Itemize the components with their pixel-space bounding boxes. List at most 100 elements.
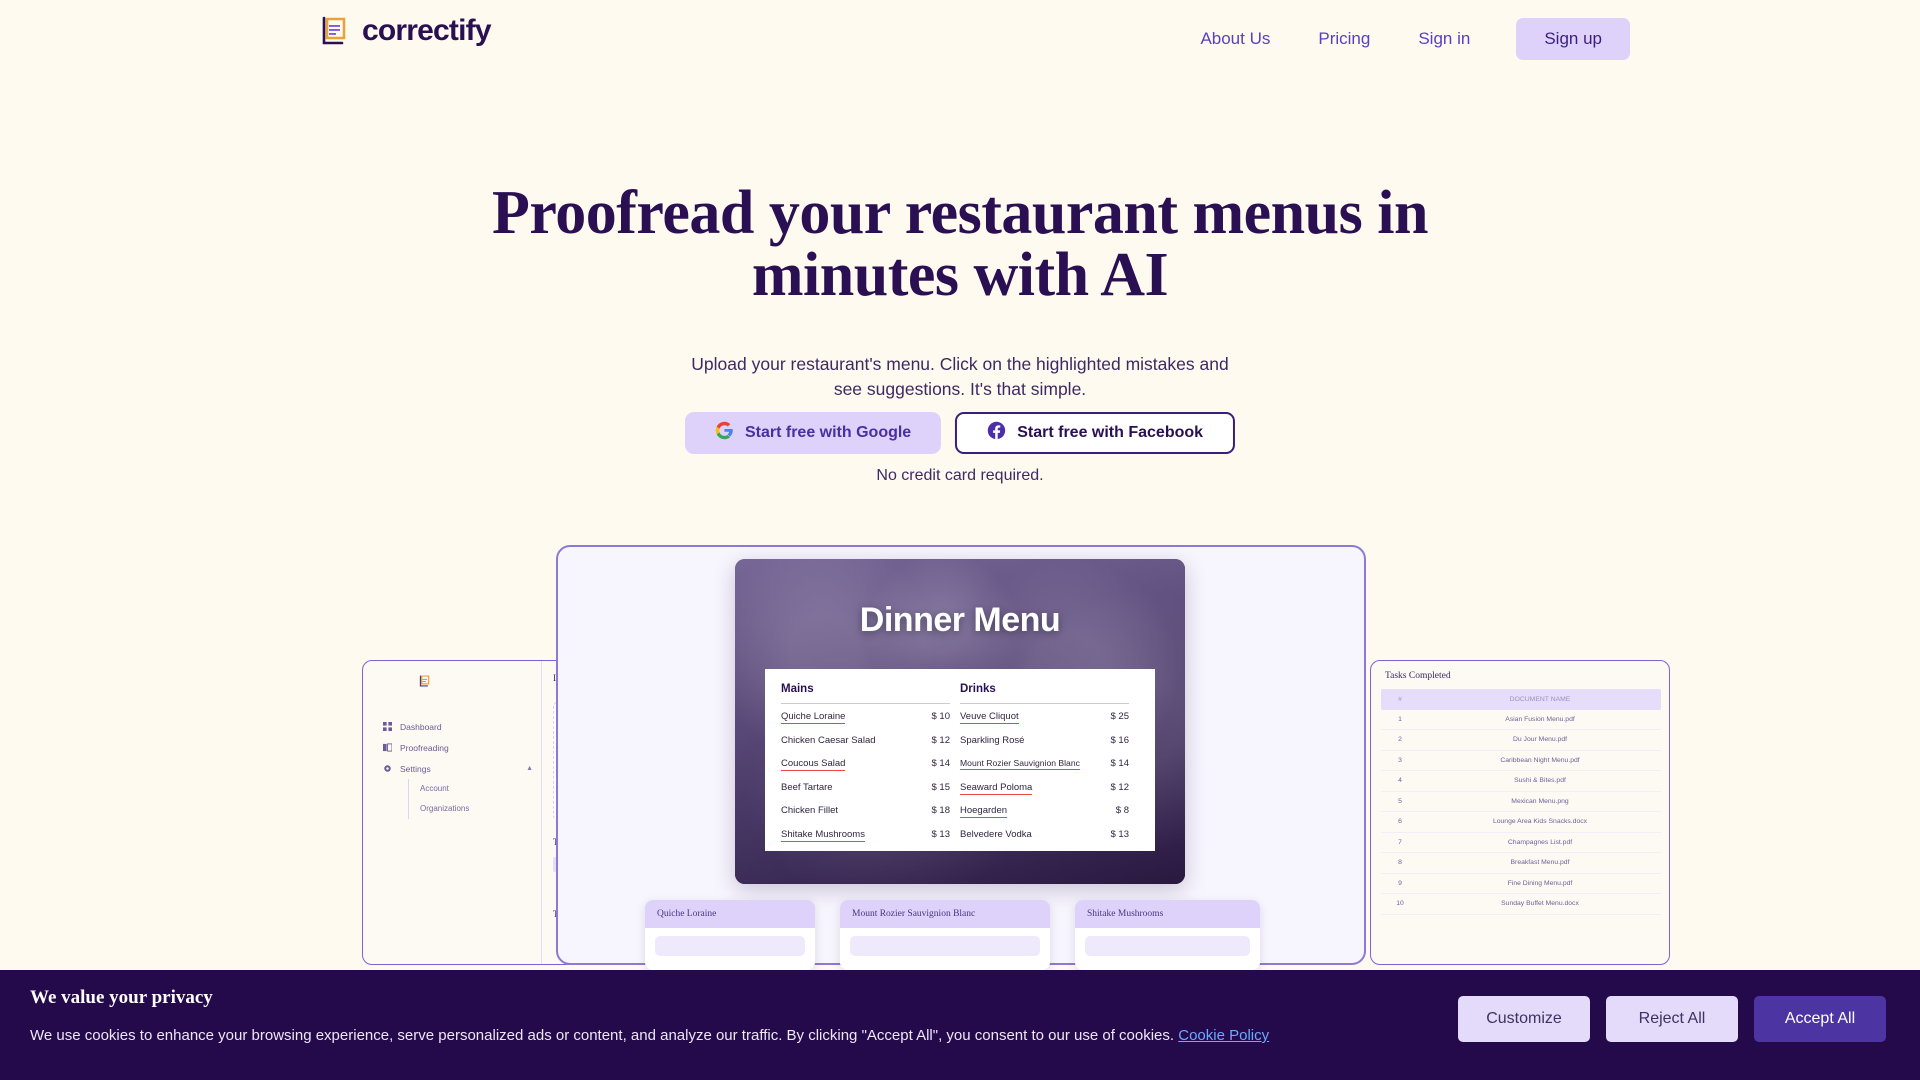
suggestion-card-body <box>1075 928 1260 970</box>
table-header-row: # DOCUMENT NAME <box>1381 689 1661 710</box>
menu-item-name: Chicken Caesar Salad <box>781 734 876 746</box>
product-screenshot-montage: Dashboard Proofreading Settings ▲ Accoun… <box>0 545 1920 970</box>
row-document-name: Lounge Area Kids Snacks.docx <box>1492 818 1588 826</box>
nav-about-us[interactable]: About Us <box>1176 21 1294 57</box>
sidebar-label-settings: Settings <box>400 763 431 774</box>
suggestion-card-title: Quiche Loraine <box>645 900 815 928</box>
main-nav: About Us Pricing Sign in Sign up <box>1176 18 1630 60</box>
menu-column-drinks: Drinks Veuve Cliquot $ 25 Sparkling Rosé $… <box>960 683 1139 845</box>
no-credit-card-note: No credit card required. <box>876 467 1044 484</box>
app-sidebar-nav: Dashboard Proofreading Settings ▲ Accoun… <box>383 716 533 819</box>
menu-item-name: Chicken Fillet <box>781 805 839 816</box>
menu-item[interactable]: Sparkling Rosé $ 16 <box>960 728 1129 752</box>
suggestion-card-body <box>645 928 815 970</box>
google-button-label: Start free with Google <box>744 424 912 441</box>
app-preview-right: Tasks Completed # DOCUMENT NAME 1 Asian F… <box>1370 660 1670 965</box>
sidebar-label-proofreading: Proofreading <box>400 742 449 753</box>
sidebar-item-dashboard[interactable]: Dashboard <box>383 716 533 737</box>
nav-pricing[interactable]: Pricing <box>1294 21 1394 57</box>
sidebar-item-proofreading[interactable]: Proofreading <box>383 737 533 758</box>
book-icon <box>383 743 393 752</box>
suggestion-card[interactable]: Mount Rozier Sauvignion Blanc <box>840 900 1050 970</box>
sign-up-button[interactable]: Sign up <box>1516 18 1630 60</box>
menu-item-price: $ 15 <box>931 781 951 793</box>
table-row[interactable]: 6 Lounge Area Kids Snacks.docx <box>1381 812 1661 833</box>
menu-item[interactable]: Mount Rozier Sauvignion Blanc $ 14 <box>960 751 1129 775</box>
menu-item[interactable]: Chicken Caesar Salad $ 12 <box>781 728 950 752</box>
row-number: 8 <box>1398 859 1402 867</box>
page-title: Proofread your restaurant menus in minut… <box>0 182 1920 306</box>
menu-item-price: $ 18 <box>931 805 951 816</box>
logo-text: correctify <box>362 14 492 47</box>
menu-item-name: Seaward Poloma <box>960 781 1033 795</box>
table-row[interactable]: 5 Mexican Menu.png <box>1381 792 1661 812</box>
menu-item[interactable]: Hoegarden $ 8 <box>960 798 1129 822</box>
nav-sign-in[interactable]: Sign in <box>1394 21 1494 57</box>
cookie-policy-link[interactable]: Cookie Policy <box>1178 1027 1269 1044</box>
menu-item[interactable]: Beef Tartare $ 15 <box>781 775 950 799</box>
accept-all-button[interactable]: Accept All <box>1754 996 1886 1042</box>
menu-column-mains: Mains Quiche Loraine $ 10 Chicken Caesar … <box>781 683 960 845</box>
chevron-up-icon[interactable]: ▲ <box>526 765 533 772</box>
menu-item[interactable]: Veuve Cliquot $ 25 <box>960 704 1129 728</box>
table-row[interactable]: 7 Champagnes List.pdf <box>1381 833 1661 853</box>
menu-item-name: Mount Rozier Sauvignion Blanc <box>960 758 1080 770</box>
menu-item-name: Veuve Cliquot <box>960 711 1019 724</box>
row-number: 4 <box>1398 777 1402 785</box>
menu-item-price: $ 25 <box>1110 711 1130 722</box>
reject-all-button[interactable]: Reject All <box>1606 996 1738 1042</box>
row-document-name: Caribbean Night Menu.pdf <box>1500 756 1580 764</box>
subtitle-line-2: see suggestions. It's that simple. <box>833 379 1087 399</box>
menu-item[interactable]: Shitake Mushrooms $ 13 <box>781 822 950 846</box>
menu-item-name: Beef Tartare <box>781 781 833 793</box>
cookie-banner-text: We use cookies to enhance your browsing … <box>30 1027 1269 1044</box>
facebook-f-icon <box>987 421 1006 445</box>
tasks-completed-table: # DOCUMENT NAME 1 Asian Fusion Menu.pdf 2… <box>1381 689 1661 915</box>
row-document-name: Asian Fusion Menu.pdf <box>1505 715 1575 723</box>
table-row[interactable]: 3 Caribbean Night Menu.pdf <box>1381 751 1661 771</box>
suggestion-pill[interactable] <box>850 936 1040 956</box>
table-row[interactable]: 1 Asian Fusion Menu.pdf <box>1381 710 1661 730</box>
sidebar-subitem-account[interactable]: Account <box>408 779 533 799</box>
customize-button[interactable]: Customize <box>1458 996 1590 1042</box>
row-number: 3 <box>1398 756 1402 764</box>
menu-item[interactable]: Quiche Loraine $ 10 <box>781 704 950 728</box>
menu-item-price: $ 12 <box>1110 781 1130 793</box>
menu-item-name: Belvedere Vodka <box>960 828 1032 840</box>
menu-item[interactable]: Seaward Poloma $ 12 <box>960 775 1129 799</box>
suggestion-card-title: Shitake Mushrooms <box>1075 900 1260 928</box>
headline-line-1: Proofread your restaurant menus in <box>492 179 1428 247</box>
table-row[interactable]: 8 Breakfast Menu.pdf <box>1381 853 1661 874</box>
suggestion-cards-row: Quiche Loraine Mount Rozier Sauvignion B… <box>645 900 1260 970</box>
cookie-banner-title: We value your privacy <box>30 987 213 1008</box>
sidebar-subitem-organizations[interactable]: Organizations <box>408 799 533 819</box>
menu-item-name: Sparkling Rosé <box>960 734 1025 746</box>
tasks-completed-heading: Tasks Completed <box>1385 671 1451 681</box>
table-row[interactable]: 2 Du Jour Menu.pdf <box>1381 730 1661 751</box>
suggestion-card[interactable]: Shitake Mushrooms <box>1075 900 1260 970</box>
menu-item[interactable]: Belvedere Vodka $ 13 <box>960 822 1129 846</box>
start-free-with-google-button[interactable]: Start free with Google <box>684 412 942 454</box>
menu-item[interactable]: Chicken Fillet $ 18 <box>781 798 950 822</box>
cookie-consent-banner: We value your privacy We use cookies to … <box>0 970 1920 1080</box>
suggestion-pill[interactable] <box>655 936 805 956</box>
sidebar-item-settings[interactable]: Settings ▲ <box>383 758 533 779</box>
suggestion-card[interactable]: Quiche Loraine <box>645 900 815 970</box>
menu-item[interactable]: Coucous Salad $ 14 <box>781 751 950 775</box>
menu-title: Dinner Menu <box>859 601 1061 639</box>
menu-item-price: $ 14 <box>1110 758 1130 769</box>
table-row[interactable]: 4 Sushi & Bites.pdf <box>1381 771 1661 792</box>
table-row[interactable]: 9 Fine Dining Menu.pdf <box>1381 874 1661 894</box>
panel-divider <box>541 661 542 964</box>
row-number: 2 <box>1398 736 1402 744</box>
logo[interactable]: correctify <box>318 14 492 48</box>
menu-sheet: Mains Quiche Loraine $ 10 Chicken Caesar … <box>765 669 1155 851</box>
suggestion-card-body <box>840 928 1050 970</box>
table-row[interactable]: 10 Sunday Buffet Menu.docx <box>1381 894 1661 915</box>
menu-item-price: $ 12 <box>931 734 951 746</box>
menu-item-price: $ 16 <box>1110 734 1130 746</box>
gear-icon <box>383 764 392 773</box>
suggestion-pill[interactable] <box>1085 936 1250 956</box>
col-header-number: # <box>1398 695 1402 703</box>
start-free-with-facebook-button[interactable]: Start free with Facebook <box>955 412 1236 454</box>
